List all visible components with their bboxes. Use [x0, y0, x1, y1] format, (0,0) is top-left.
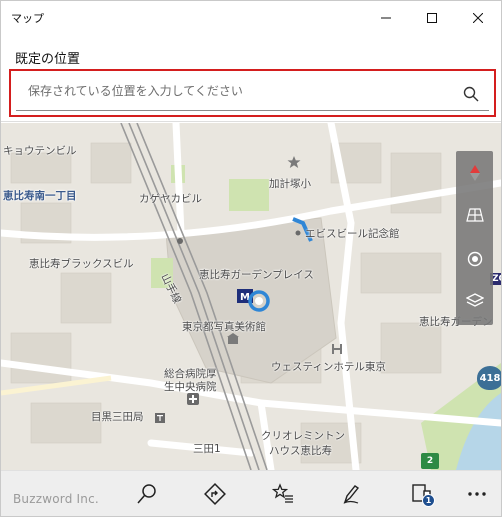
map-label-westin: ウェスティンホテル東京: [271, 361, 386, 373]
show-my-location-button[interactable]: [456, 239, 493, 279]
map-label-mita1: 三田1: [193, 443, 221, 455]
minimize-button[interactable]: [363, 1, 409, 34]
search-icon: [463, 86, 479, 102]
map-label-ebisu-brucks: 恵比寿ブラックスビル: [29, 258, 134, 270]
map-views-button[interactable]: [456, 281, 493, 321]
layers-icon: [465, 293, 484, 307]
route-shield: 2: [421, 453, 439, 469]
post-office-icon: [155, 413, 165, 423]
title-bar: マップ: [1, 1, 501, 34]
map-toolbar: [456, 151, 493, 325]
map-label-kyoutenpiru: キョウテンビル: [3, 145, 77, 157]
highway-shield: 418: [477, 366, 501, 390]
more-icon: [468, 492, 486, 496]
search-icon: [137, 484, 156, 504]
map-label-hospital-2: 生中央病院: [164, 381, 217, 393]
close-button[interactable]: [455, 1, 501, 34]
tilt-button[interactable]: [456, 195, 493, 235]
section-label: 既定の位置: [15, 52, 81, 67]
compass-button[interactable]: [456, 153, 493, 193]
locate-icon: [467, 251, 482, 267]
directions-button[interactable]: [195, 477, 235, 511]
close-icon: [473, 12, 483, 23]
bottom-app-bar: Buzzword Inc. 1: [1, 470, 501, 516]
brand-label: Buzzword Inc.: [13, 492, 99, 506]
favorites-button[interactable]: [263, 477, 303, 511]
tilt-grid-icon: [465, 208, 484, 222]
maximize-icon: [427, 12, 437, 23]
map-label-kagaya: カゲヤカビル: [139, 193, 202, 205]
window-title: マップ: [11, 12, 44, 25]
more-button[interactable]: [457, 477, 497, 511]
search-highlight: [9, 69, 496, 117]
hotel-icon: [332, 344, 342, 354]
favorites-icon: [272, 483, 293, 503]
directions-icon: [204, 483, 226, 505]
map-label-kasen: 加計塚小: [269, 178, 311, 190]
transit-stop-icon: [177, 238, 183, 244]
default-location-panel: 既定の位置: [1, 34, 501, 122]
map-label-ebisu-beer: エビスビール記念館: [305, 228, 400, 240]
search-nav-button[interactable]: [127, 477, 167, 511]
school-icon: [287, 156, 301, 168]
map-label-meguro-mita: 目黒三田局: [91, 411, 144, 423]
minimize-icon: [381, 17, 391, 18]
compass-icon: [469, 165, 480, 181]
museum-icon: [227, 333, 239, 344]
map-label-photo-museum: 東京都写真美術館: [182, 321, 266, 333]
search-button[interactable]: [459, 82, 483, 106]
map-label-crio-1: クリオレミントン: [261, 430, 345, 442]
location-search-input[interactable]: [28, 84, 448, 98]
map-label-crio-2: ハウス恵比寿: [269, 445, 332, 457]
map-label-ebisu-minami: 恵比寿南一丁目: [3, 190, 77, 202]
map-view[interactable]: キョウテンビル 恵比寿南一丁目 カゲヤカビル 加計塚小 エビスビール記念館 恵比…: [1, 123, 501, 470]
windows-ink-button[interactable]: [331, 477, 371, 511]
location-search-box: [16, 75, 489, 111]
poi-dot-icon: [295, 230, 301, 236]
ink-pen-icon: [343, 485, 360, 505]
current-location-icon: [248, 290, 270, 312]
notification-badge: 1: [422, 494, 435, 507]
hospital-icon: [187, 393, 199, 405]
maximize-button[interactable]: [409, 1, 455, 34]
app-window: マップ 既定の位置 保存されている位置を入力してください キョウテンビル 恵比寿…: [0, 0, 502, 517]
map-label-garden-place: 恵比寿ガーデンプレイス: [199, 269, 314, 281]
devices-button[interactable]: 1: [401, 477, 441, 511]
